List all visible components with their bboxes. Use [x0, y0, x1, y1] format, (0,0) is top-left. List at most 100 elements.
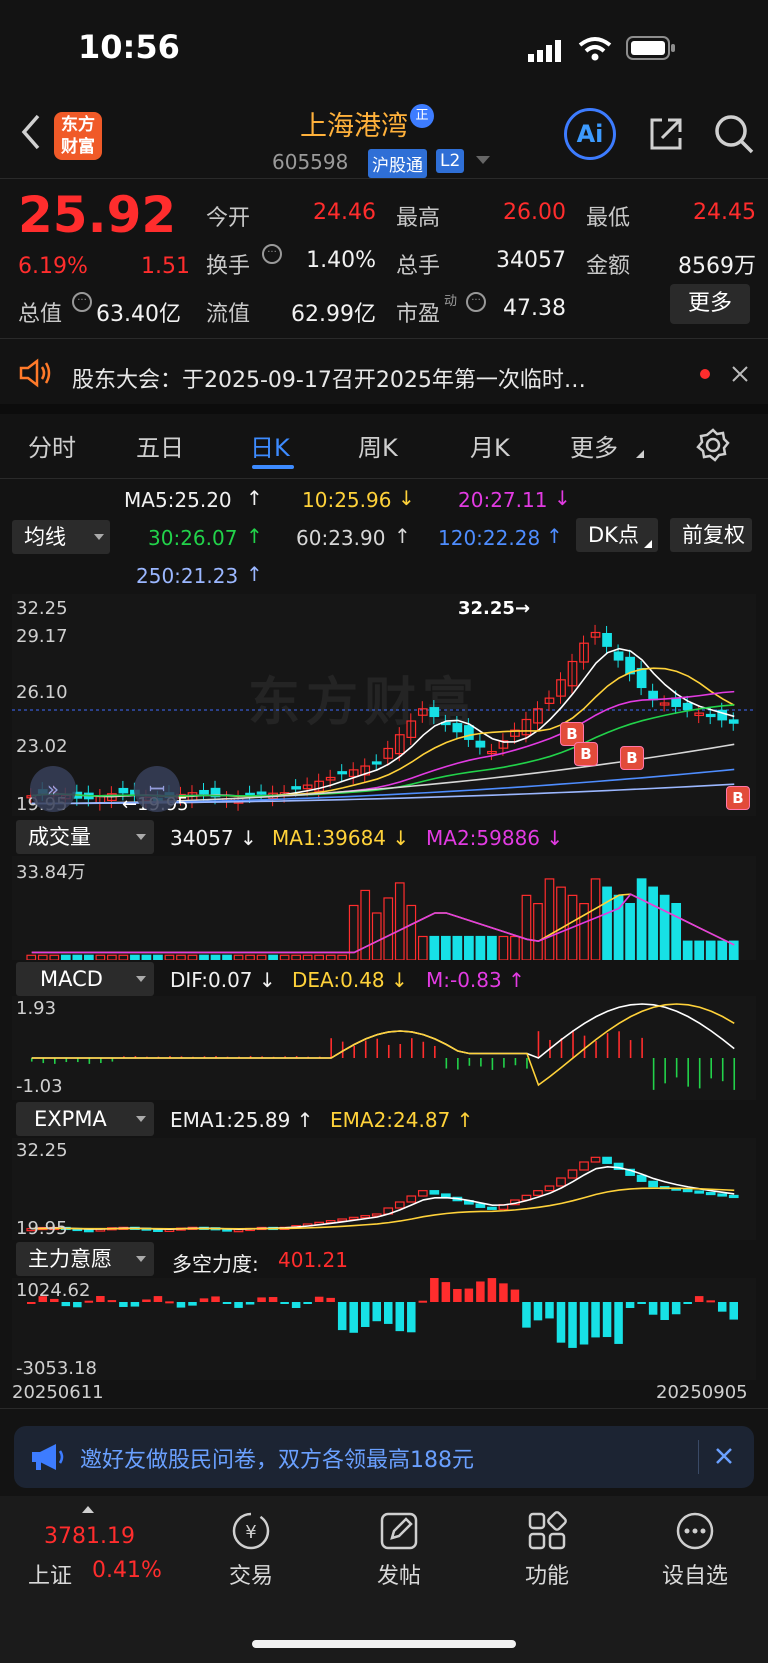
dk-point-label: DK点 — [588, 523, 639, 547]
zlyy-bar — [717, 1302, 727, 1312]
zlyy-bar — [625, 1302, 635, 1308]
zlyy-bar — [522, 1302, 531, 1328]
candle — [256, 791, 267, 795]
wifi-icon — [578, 36, 612, 62]
zlyy-bar — [510, 1289, 520, 1302]
amount-label: 金额 — [586, 254, 631, 279]
ema2-line — [31, 1187, 735, 1230]
buy-marker[interactable]: B — [620, 746, 644, 770]
volume-bar — [705, 940, 716, 960]
dropdown-chevron-icon[interactable] — [476, 156, 490, 164]
expma-selector[interactable]: EXPMA — [16, 1102, 154, 1136]
level2-tag: L2 — [436, 149, 465, 173]
adjust-mode-button[interactable]: 前复权 — [670, 518, 752, 552]
ma5-value: MA5:25.20 — [124, 488, 232, 512]
info-icon[interactable]: ··· — [262, 244, 282, 264]
volume-selector[interactable]: 成交量 — [16, 820, 154, 854]
ma10-arrow: ↓ — [398, 486, 415, 510]
nav-watchlist[interactable]: 设自选 — [645, 1558, 745, 1590]
turnover-label: 换手 — [206, 254, 251, 279]
expma-chart[interactable] — [12, 1138, 756, 1240]
expma-candle — [590, 1156, 601, 1163]
ma120-arrow: ↑ — [546, 524, 563, 548]
tab-five-day[interactable]: 五日 — [136, 428, 184, 463]
volume-chart[interactable] — [12, 856, 756, 960]
nav-trade[interactable]: 交易 — [201, 1558, 301, 1590]
notice-text[interactable]: 股东大会：于2025-09-17召开2025年第一次临时… — [72, 362, 586, 394]
kline-chart[interactable] — [12, 594, 756, 816]
ma10-value: 10:25.96 — [302, 488, 392, 512]
macd-chart[interactable] — [12, 996, 756, 1100]
zlyy-bar — [303, 1302, 312, 1304]
volume-bar — [360, 889, 371, 960]
float-value: 62.99亿 — [291, 302, 376, 327]
kline-axis-label: 29.17 — [16, 626, 68, 647]
zlyy-selector[interactable]: 主力意愿 — [16, 1242, 154, 1276]
post-icon[interactable] — [378, 1510, 420, 1552]
volume-bar — [268, 954, 278, 960]
close-icon[interactable] — [714, 1446, 734, 1466]
zlyy-bar — [176, 1302, 186, 1308]
stock-code: 605598 — [272, 150, 349, 174]
buy-marker[interactable]: B — [574, 742, 598, 766]
volume-bar — [83, 954, 94, 960]
buy-marker[interactable]: B — [726, 786, 750, 810]
info-icon[interactable]: ··· — [72, 292, 92, 312]
macd-selector[interactable]: MACD — [16, 962, 154, 996]
unread-dot — [700, 369, 710, 379]
trade-icon[interactable]: ¥ — [230, 1510, 272, 1552]
zlyy-bar — [499, 1283, 508, 1302]
tab-more[interactable]: 更多 — [570, 428, 618, 463]
settings-icon[interactable] — [696, 428, 730, 462]
watchlist-icon[interactable] — [674, 1510, 716, 1552]
zlyy-bar — [602, 1302, 612, 1338]
high-value: 26.00 — [503, 200, 566, 225]
volume-bar — [694, 940, 705, 960]
volume-bar — [682, 940, 693, 960]
index-value[interactable]: 3781.19 — [44, 1524, 135, 1549]
nav-function[interactable]: 功能 — [497, 1558, 597, 1590]
zlyy-bar — [199, 1298, 209, 1302]
tab-monthly-k[interactable]: 月K — [470, 428, 510, 463]
promo-text[interactable]: 邀好友做股民问卷，双方各领最高188元 — [80, 1442, 474, 1474]
back-icon[interactable] — [16, 112, 46, 152]
macd-dif: DIF:0.07 ↓ — [170, 968, 276, 992]
volume-bar — [406, 904, 417, 960]
volume-bar — [325, 954, 336, 960]
ai-button[interactable]: Ai — [564, 108, 616, 160]
candle — [429, 707, 440, 718]
nav-post[interactable]: 发帖 — [349, 1558, 449, 1590]
zlyy-chart[interactable] — [12, 1278, 756, 1380]
more-button[interactable]: 更多 — [670, 284, 750, 324]
stat-button[interactable]: ꟷ — [134, 766, 180, 812]
chevron-down-icon — [136, 834, 146, 840]
volume-bar — [26, 954, 37, 960]
volume-bar — [452, 935, 463, 960]
function-grid-icon[interactable] — [526, 1510, 568, 1552]
zlyy-bar — [614, 1302, 623, 1344]
index-percent[interactable]: 0.41% — [92, 1558, 162, 1583]
svg-text:¥: ¥ — [245, 1522, 256, 1543]
tab-daily-k[interactable]: 日K — [250, 428, 290, 463]
volume-bar — [187, 954, 198, 960]
up-triangle-icon — [82, 1506, 94, 1513]
volume-bar — [107, 954, 117, 960]
zlyy-axis-top: 1024.62 — [16, 1280, 91, 1301]
collapse-button[interactable]: » — [30, 766, 76, 812]
expma-candle — [429, 1190, 440, 1195]
zlyy-bar — [119, 1302, 128, 1307]
share-icon[interactable] — [646, 114, 686, 154]
candle — [337, 771, 348, 775]
kline-axis-label: 23.02 — [16, 736, 68, 757]
change-percent: 6.19% — [18, 254, 88, 279]
chevron-down-icon — [136, 976, 146, 982]
volume-bar — [533, 902, 543, 960]
pe-sup: 动 — [444, 294, 458, 309]
close-icon[interactable] — [730, 364, 750, 384]
ma5-arrow: ↑ — [246, 486, 263, 510]
index-name[interactable]: 上证 — [28, 1558, 72, 1590]
tab-intraday[interactable]: 分时 — [28, 428, 76, 463]
expma-candle — [717, 1193, 728, 1197]
search-icon[interactable] — [712, 112, 756, 156]
tab-weekly-k[interactable]: 周K — [358, 428, 398, 463]
